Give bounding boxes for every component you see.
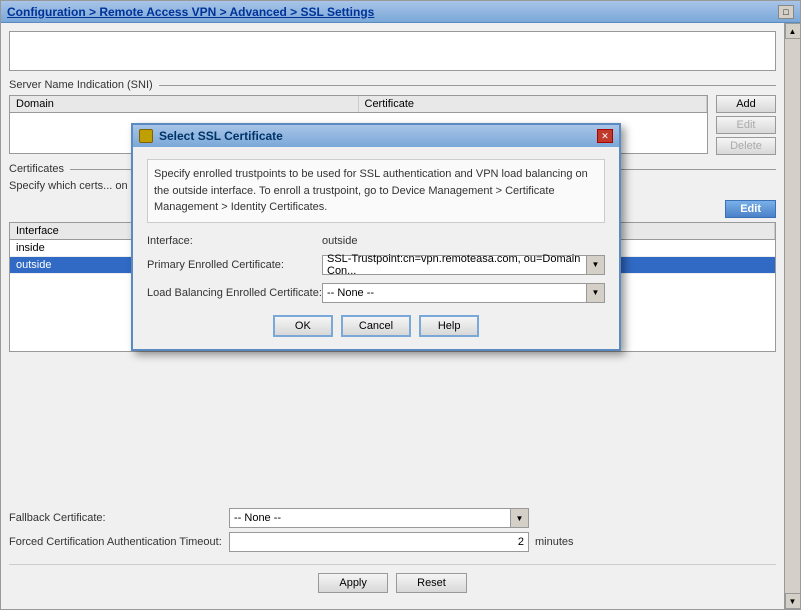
modal-cancel-button[interactable]: Cancel xyxy=(341,315,411,337)
modal-dialog: Select SSL Certificate ✕ Specify enrolle… xyxy=(131,123,621,351)
modal-primary-label: Primary Enrolled Certificate: xyxy=(147,259,322,271)
content-area: ▲ ▼ Server Name Indication (SNI) Domain … xyxy=(1,23,800,609)
modal-interface-label: Interface: xyxy=(147,235,322,247)
modal-title: Select SSL Certificate xyxy=(139,129,283,143)
title-bar-controls: □ xyxy=(778,5,794,19)
main-window: Configuration > Remote Access VPN > Adva… xyxy=(0,0,801,610)
modal-help-button[interactable]: Help xyxy=(419,315,479,337)
modal-lb-row: Load Balancing Enrolled Certificate: -- … xyxy=(147,283,605,303)
modal-interface-row: Interface: outside xyxy=(147,235,605,247)
modal-description: Specify enrolled trustpoints to be used … xyxy=(147,159,605,223)
modal-ok-button[interactable]: OK xyxy=(273,315,333,337)
modal-lb-arrow[interactable]: ▼ xyxy=(586,284,604,302)
cert-icon xyxy=(139,129,153,143)
modal-buttons: OK Cancel Help xyxy=(147,315,605,337)
modal-title-bar: Select SSL Certificate ✕ xyxy=(133,125,619,147)
modal-overlay: Select SSL Certificate ✕ Specify enrolle… xyxy=(1,23,800,609)
modal-close-button[interactable]: ✕ xyxy=(597,129,613,143)
modal-primary-value: SSL-Trustpoint:cn=vpn.remoteasa.com, ou=… xyxy=(323,253,586,277)
modal-primary-row: Primary Enrolled Certificate: SSL-Trustp… xyxy=(147,255,605,275)
breadcrumb: Configuration > Remote Access VPN > Adva… xyxy=(7,5,374,19)
modal-lb-label: Load Balancing Enrolled Certificate: xyxy=(147,287,322,299)
modal-primary-arrow[interactable]: ▼ xyxy=(586,256,604,274)
modal-interface-value: outside xyxy=(322,235,357,247)
modal-body: Specify enrolled trustpoints to be used … xyxy=(133,147,619,349)
modal-lb-value: -- None -- xyxy=(323,287,586,299)
maximize-button[interactable]: □ xyxy=(778,5,794,19)
modal-lb-dropdown[interactable]: -- None -- ▼ xyxy=(322,283,605,303)
title-bar: Configuration > Remote Access VPN > Adva… xyxy=(1,1,800,23)
modal-primary-dropdown[interactable]: SSL-Trustpoint:cn=vpn.remoteasa.com, ou=… xyxy=(322,255,605,275)
